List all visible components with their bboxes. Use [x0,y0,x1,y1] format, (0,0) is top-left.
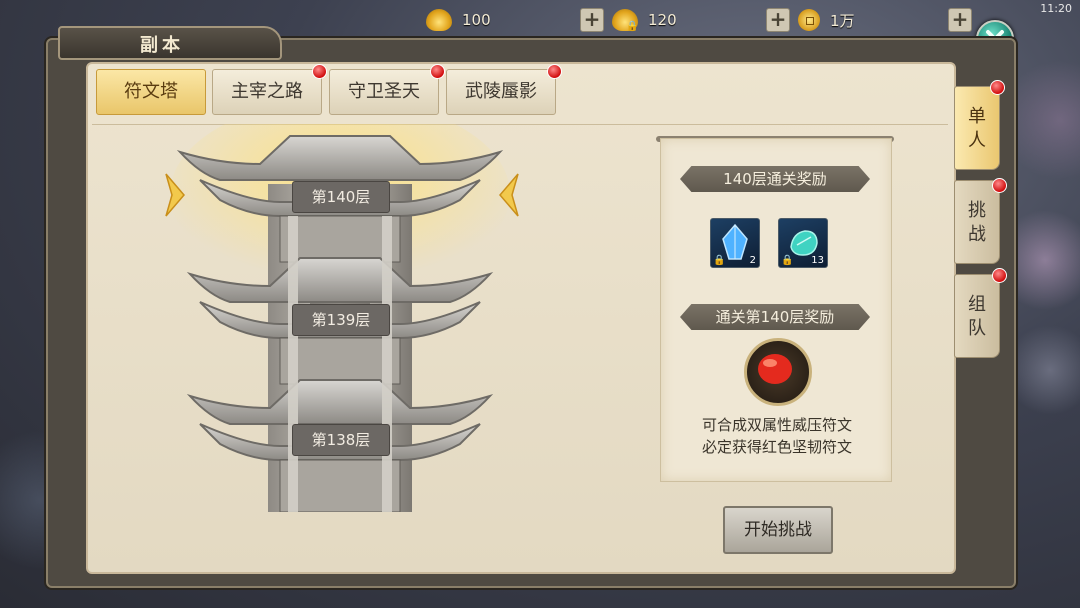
start-challenge-button[interactable]: 开始挑战 [723,506,833,554]
resource-copper-coin: 1万 + [798,6,972,34]
notification-dot [992,178,1007,193]
item-count: 2 [749,255,756,266]
arrow-left-icon [499,173,519,217]
lock-icon: 🔒 [626,21,639,32]
floor-label-140[interactable]: 第140层 [292,181,390,213]
tab-label: 主宰之路 [231,81,303,102]
copper-coin-value: 1万 [830,11,855,30]
red-gem-icon [758,354,792,384]
tab-label: 武陵蜃影 [465,81,537,102]
notification-dot [990,80,1005,95]
notification-dot [430,64,445,79]
blue-rune-crystal-icon[interactable]: 🔒 2 [710,218,760,268]
resource-gold-ingot: 100 + [426,6,604,34]
side-tab-label: 单 [968,106,986,127]
arrow-right-icon [165,173,185,217]
notification-dot [312,64,327,79]
side-tab-label: 战 [968,224,986,245]
window-title: 副本 [140,35,184,56]
tab-guard-holy-sky[interactable]: 守卫圣天 [329,69,439,115]
tab-wuling-mirage[interactable]: 武陵蜃影 [446,69,556,115]
side-tab-team[interactable]: 组 队 [954,274,1000,358]
red-rune-icon[interactable] [744,338,812,406]
window-title-plate: 副本 [58,26,282,60]
floor-reward-title: 通关第140层奖励 [680,304,870,330]
gold-ingot-value: 100 [462,11,491,29]
bound-gold-ingot-icon: 🔒 [612,9,639,32]
item-count: 13 [811,255,824,266]
side-tab-challenge[interactable]: 挑 战 [954,180,1000,264]
tab-path-of-sovereign[interactable]: 主宰之路 [212,69,322,115]
add-copper-coin-button[interactable]: + [948,8,972,32]
add-gold-ingot-button[interactable]: + [580,8,604,32]
rune-tower-illustration: 第140层 第139层 第138层 [160,124,540,512]
tab-label: 符文塔 [124,81,178,102]
side-tab-solo[interactable]: 单 人 [954,86,1000,170]
status-clock: 11:20 [1040,2,1072,15]
tab-rune-tower[interactable]: 符文塔 [96,69,206,115]
teal-rune-crystal-icon[interactable]: 🔒 13 [778,218,828,268]
lock-icon: 🔒 [781,255,794,266]
side-tab-label: 挑 [968,200,986,221]
notification-dot [992,268,1007,283]
reward-description-line1: 可合成双属性威压符文 [701,416,852,434]
reward-description-line2: 必定获得红色坚韧符文 [701,438,852,456]
side-tab-label: 队 [968,318,986,339]
floor-label-138[interactable]: 第138层 [292,424,390,456]
lock-icon: 🔒 [713,255,726,266]
floor-label-139[interactable]: 第139层 [292,304,390,336]
bound-gold-ingot-value: 120 [648,11,677,29]
copper-coin-icon [798,9,820,31]
add-bound-gold-ingot-button[interactable]: + [766,8,790,32]
clear-reward-title: 140层通关奖励 [680,166,870,192]
tab-label: 守卫圣天 [348,81,420,102]
notification-dot [547,64,562,79]
gold-ingot-icon [426,9,452,31]
side-tab-label: 人 [968,130,986,151]
side-tab-label: 组 [968,294,986,315]
resource-bound-gold-ingot: 🔒 120 + [612,6,790,34]
